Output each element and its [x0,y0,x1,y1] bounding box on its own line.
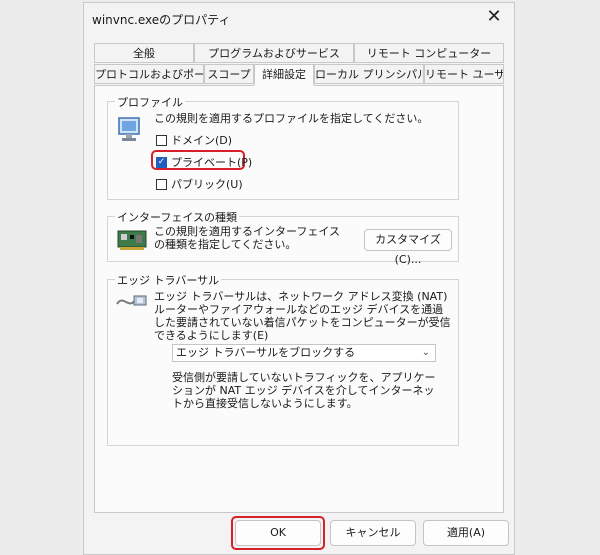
interface-types-legend: インターフェイスの種類 [115,209,240,225]
edge-traversal-select-value: エッジ トラバーサルをブロックする [176,346,356,359]
profile-public-checkbox[interactable]: パブリック(U) [156,176,243,192]
checkmark-icon[interactable]: ✓ [156,156,167,168]
profiles-legend: プロファイル [115,94,185,110]
tab-advanced[interactable]: 詳細設定 [254,64,314,86]
tab-protocols-ports[interactable]: プロトコルおよびポート [94,64,204,84]
tab-remote-users[interactable]: リモート ユーザー [424,64,504,84]
properties-dialog: winvnc.exeのプロパティ ✕ 全般 プログラムおよびサービス リモート … [83,2,515,555]
chevron-down-icon: ⌄ [421,347,430,358]
edge-traversal-legend: エッジ トラバーサル [115,272,222,288]
interface-types-description: この規則を適用するインターフェイスの種類を指定してください。 [154,225,341,251]
cancel-button[interactable]: キャンセル [330,520,416,546]
customize-button[interactable]: カスタマイズ(C)... [364,229,452,266]
cable-icon [116,295,147,306]
computer-icon [118,117,140,141]
tab-programs-services[interactable]: プログラムおよびサービス [194,43,354,63]
edge-traversal-select[interactable]: エッジ トラバーサルをブロックする ⌄ [172,344,436,362]
checkbox-box[interactable] [156,134,167,146]
profile-private-checkbox[interactable]: ✓ プライベート(P) [156,154,252,170]
tab-general[interactable]: 全般 [94,43,194,63]
profile-domain-checkbox[interactable]: ドメイン(D) [156,132,232,148]
interface-types-group: インターフェイスの種類 この規則を適用するインターフェイスの種類を指定してくださ… [107,209,459,266]
edge-traversal-description: エッジ トラバーサルは、ネットワーク アドレス変換 (NAT) ルーターやファイ… [154,290,451,342]
profiles-description: この規則を適用するプロファイルを指定してください。 [154,112,429,125]
tab-local-principals[interactable]: ローカル プリンシパル [314,64,424,84]
profile-public-label: パブリック(U) [171,178,243,191]
edge-traversal-group: エッジ トラバーサル エッジ トラバーサルは、ネットワーク アドレス変換 (NA… [107,272,459,446]
network-card-icon [117,230,147,250]
apply-button[interactable]: 適用(A) [423,520,509,546]
advanced-panel: プロファイル この規則を適用するプロファイルを指定してください。 ドメイン(D)… [94,85,504,513]
window-title: winvnc.exeのプロパティ [92,13,231,27]
checkbox-box[interactable] [156,178,167,190]
tab-remote-computers[interactable]: リモート コンピューター [354,43,504,63]
ok-button[interactable]: OK [235,520,321,546]
tab-scope[interactable]: スコープ [204,64,254,84]
profiles-group: プロファイル この規則を適用するプロファイルを指定してください。 ドメイン(D)… [107,94,459,200]
edge-traversal-help: 受信側が要請していないトラフィックを、アプリケーションが NAT エッジ デバイ… [172,371,436,410]
title-bar: winvnc.exeのプロパティ ✕ [84,3,514,33]
close-icon[interactable]: ✕ [484,7,504,27]
profile-private-label: プライベート(P) [171,156,253,169]
profile-domain-label: ドメイン(D) [171,134,233,147]
